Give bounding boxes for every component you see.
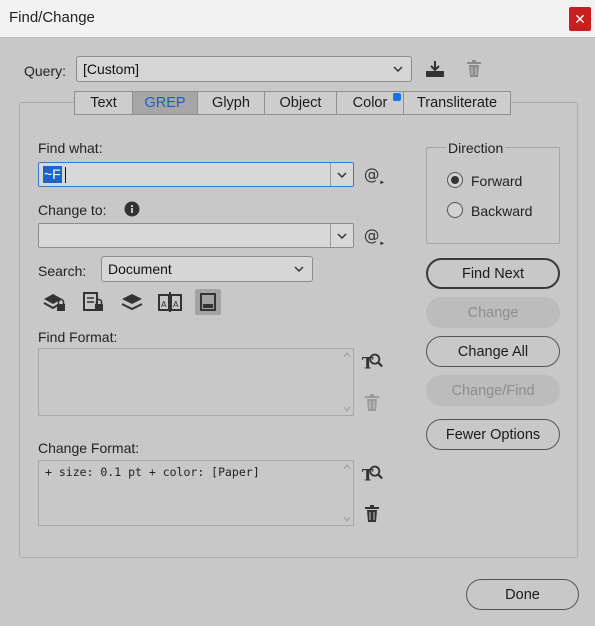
tab-label: Transliterate [416, 95, 498, 111]
tab-color[interactable]: Color [336, 91, 403, 115]
specify-change-format-icon[interactable]: T [361, 462, 383, 484]
tab-label: Glyph [212, 95, 250, 111]
tab-label: Object [279, 95, 322, 111]
search-dropdown[interactable]: Document [101, 256, 313, 282]
scroll-down-icon [343, 516, 351, 522]
svg-text:A: A [161, 300, 167, 309]
svg-text:@: @ [364, 227, 380, 245]
forward-radio[interactable] [447, 172, 463, 188]
search-value: Document [108, 261, 172, 277]
find-what-label: Find what: [38, 140, 103, 156]
chevron-down-icon [294, 266, 304, 273]
backward-label: Backward [471, 203, 533, 219]
change-to-field[interactable] [38, 223, 354, 248]
fewer-options-button[interactable]: Fewer Options [426, 419, 560, 450]
scroll-up-icon [343, 464, 351, 470]
clear-change-format-icon[interactable] [361, 503, 383, 525]
backward-radio[interactable] [447, 202, 463, 218]
tab-label: GREP [144, 95, 186, 111]
direction-label: Direction [446, 140, 506, 156]
find-change-dialog: Query: [Custom] Text GREP Glyph Object C… [0, 38, 595, 626]
special-characters-find-icon[interactable]: @ [363, 164, 385, 186]
query-dropdown[interactable]: [Custom] [76, 56, 412, 82]
change-to-label: Change to: [38, 202, 107, 218]
forward-label: Forward [471, 173, 523, 189]
close-button[interactable]: ✕ [569, 7, 591, 31]
search-label: Search: [38, 263, 87, 279]
delete-query-icon[interactable] [463, 58, 485, 80]
tab-bar: Text GREP Glyph Object Color Translitera… [74, 91, 511, 115]
svg-text:@: @ [364, 166, 380, 184]
change-all-button[interactable]: Change All [426, 336, 560, 367]
combo-separator [330, 224, 331, 247]
svg-text:A: A [173, 300, 179, 309]
save-query-icon[interactable] [424, 58, 446, 80]
combo-separator [330, 163, 331, 186]
tab-label: Color [352, 95, 388, 111]
include-master-pages-icon[interactable]: AA [157, 289, 183, 315]
chevron-down-icon[interactable] [335, 229, 349, 243]
tab-grep[interactable]: GREP [132, 91, 197, 115]
tab-label: Text [90, 95, 117, 111]
find-format-box[interactable] [38, 348, 354, 416]
find-what-value: ~F [43, 166, 62, 183]
direction-group [426, 147, 560, 244]
include-locked-stories-icon[interactable] [80, 289, 106, 315]
find-what-field[interactable]: ~F [38, 162, 354, 187]
specify-find-format-icon[interactable]: T [361, 350, 383, 372]
change-find-button[interactable]: Change/Find [426, 375, 560, 406]
title-bar: Find/Change ✕ [0, 0, 595, 38]
scroll-up-icon [343, 352, 351, 358]
include-footnotes-icon[interactable] [195, 289, 221, 315]
tab-transliterate[interactable]: Transliterate [403, 91, 511, 115]
info-icon[interactable] [121, 198, 143, 220]
special-characters-change-icon[interactable]: @ [363, 225, 385, 247]
clear-find-format-icon[interactable] [361, 392, 383, 414]
tab-text[interactable]: Text [74, 91, 132, 115]
change-button[interactable]: Change [426, 297, 560, 328]
find-format-label: Find Format: [38, 329, 118, 345]
change-format-label: Change Format: [38, 440, 140, 456]
change-format-box[interactable]: + size: 0.1 pt + color: [Paper] [38, 460, 354, 526]
chevron-down-icon [393, 66, 403, 73]
color-tab-badge [393, 93, 401, 101]
include-hidden-layers-icon[interactable] [119, 289, 145, 315]
chevron-down-icon[interactable] [335, 168, 349, 182]
include-locked-layers-icon[interactable] [41, 289, 67, 315]
find-next-button[interactable]: Find Next [426, 258, 560, 289]
query-label: Query: [24, 63, 67, 79]
query-value: [Custom] [83, 61, 140, 77]
window-title: Find/Change [9, 9, 95, 26]
tab-object[interactable]: Object [264, 91, 336, 115]
done-button[interactable]: Done [466, 579, 579, 610]
text-caret [65, 167, 66, 183]
change-format-value: + size: 0.1 pt + color: [Paper] [45, 465, 260, 479]
tab-glyph[interactable]: Glyph [197, 91, 264, 115]
scroll-down-icon [343, 406, 351, 412]
